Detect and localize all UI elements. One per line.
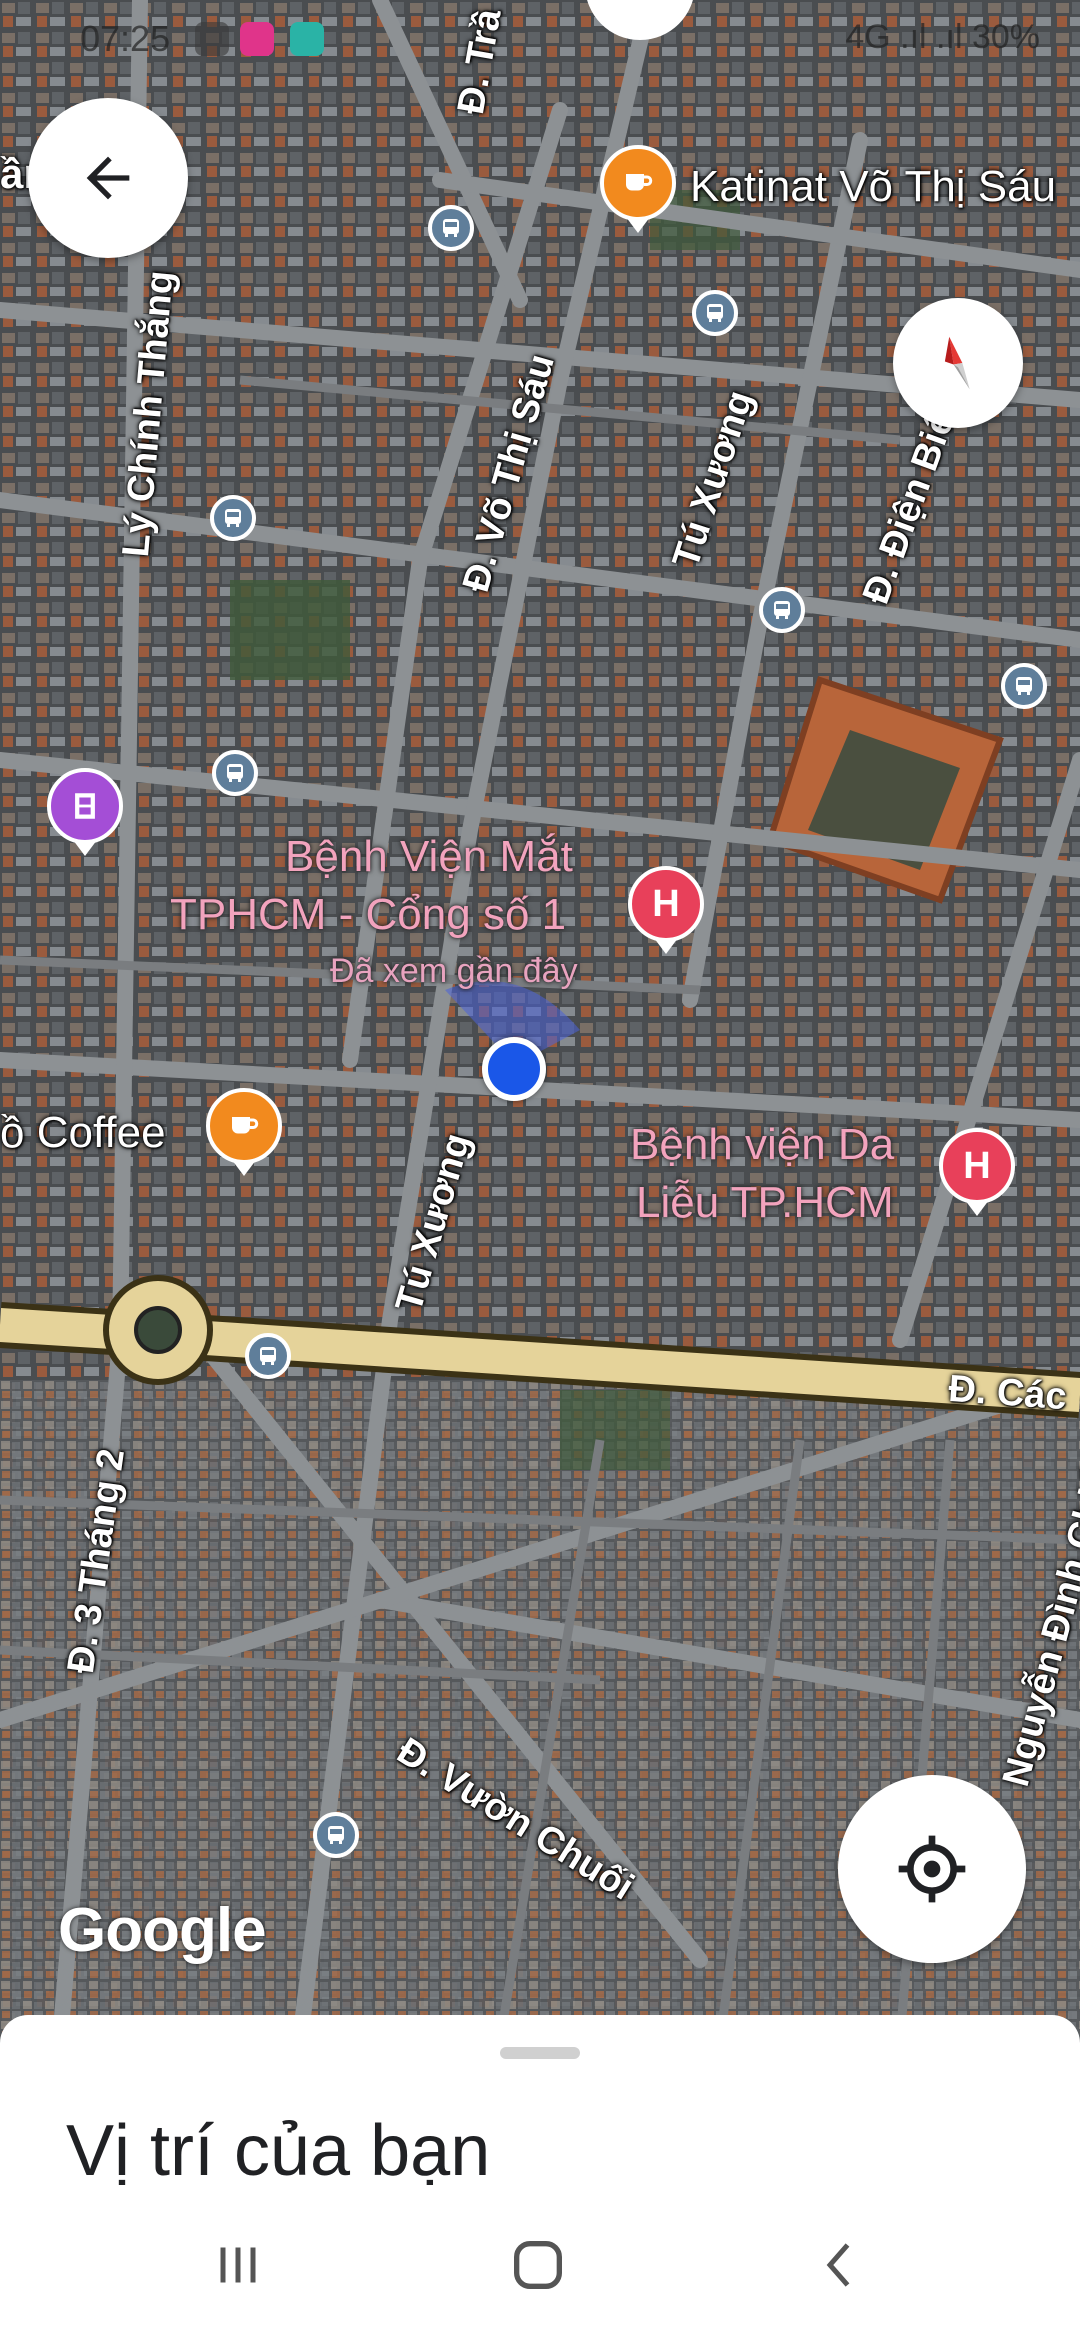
bus-stop-icon[interactable]: [428, 205, 474, 251]
my-location-button[interactable]: [838, 1775, 1026, 1963]
status-indicators: 4G .ıl .ıl 30%: [845, 18, 1040, 56]
recent-apps-button[interactable]: [178, 2225, 298, 2305]
hospital-icon: H: [652, 882, 680, 925]
street-label-cach-mang: Đ. Các: [947, 1368, 1068, 1419]
system-nav-bar: [0, 2185, 1080, 2340]
bus-stop-icon[interactable]: [313, 1812, 359, 1858]
status-time: 07:25: [80, 18, 171, 59]
poi-label-eye-hospital-line2[interactable]: TPHCM - Cổng số 1: [170, 890, 566, 940]
my-location-icon: [898, 1835, 966, 1903]
back-icon: [826, 2243, 850, 2287]
google-logo: Google: [58, 1896, 267, 1965]
drag-handle[interactable]: [500, 2047, 580, 2059]
cafe-pin-katinat[interactable]: [600, 145, 676, 221]
film-icon: [75, 793, 95, 819]
zalo-icon: [195, 22, 229, 56]
bus-stop-icon[interactable]: [212, 750, 258, 796]
bus-stop-icon[interactable]: [759, 587, 805, 633]
coffee-cup-icon: [626, 174, 653, 191]
sheet-title: Vị trí của bạn: [66, 2111, 491, 2185]
bus-stop-icon[interactable]: [210, 495, 256, 541]
home-button[interactable]: [478, 2225, 598, 2305]
hospital-pin-dermatology[interactable]: H: [939, 1128, 1015, 1204]
poi-label-recently-viewed: Đã xem gần đây: [330, 952, 578, 990]
hospital-icon: H: [963, 1144, 991, 1187]
tasks-icon: [290, 22, 324, 56]
cinema-pin[interactable]: [47, 768, 123, 844]
back-button[interactable]: [28, 98, 188, 258]
bottom-sheet[interactable]: Vị trí của bạn: [0, 2015, 1080, 2185]
hospital-pin-eye[interactable]: H: [628, 866, 704, 942]
poi-label-coffee[interactable]: ồ Coffee: [0, 1108, 166, 1158]
recent-apps-icon: [220, 2247, 256, 2283]
compass-button[interactable]: [893, 298, 1023, 428]
compass-icon: [944, 336, 970, 390]
poi-label-katinat[interactable]: Katinat Võ Thị Sáu: [690, 162, 1056, 212]
home-icon: [514, 2241, 562, 2289]
poi-label-derm-hospital-line2[interactable]: Liễu TP.HCM: [636, 1178, 894, 1228]
map-view[interactable]: Đ. Võ Thị Sáu Tú Xương Tú Xương Lý Chính…: [0, 0, 1080, 2040]
bus-stop-icon[interactable]: [1001, 663, 1047, 709]
bus-stop-icon[interactable]: [692, 290, 738, 336]
current-location-dot: [482, 1037, 546, 1101]
nav-back-button[interactable]: [780, 2225, 900, 2305]
poi-label-derm-hospital-line1[interactable]: Bệnh viện Da: [630, 1120, 894, 1170]
arrow-left-icon: [86, 156, 130, 200]
status-bar: 07:25 4G .ıl .ıl 30%: [0, 0, 1080, 80]
coffee-cup-icon: [232, 1117, 259, 1134]
lazada-icon: [240, 22, 274, 56]
poi-label-eye-hospital-line1[interactable]: Bệnh Viện Mắt: [285, 832, 573, 882]
cafe-pin-coffee[interactable]: [206, 1088, 282, 1164]
bus-stop-icon[interactable]: [245, 1333, 291, 1379]
